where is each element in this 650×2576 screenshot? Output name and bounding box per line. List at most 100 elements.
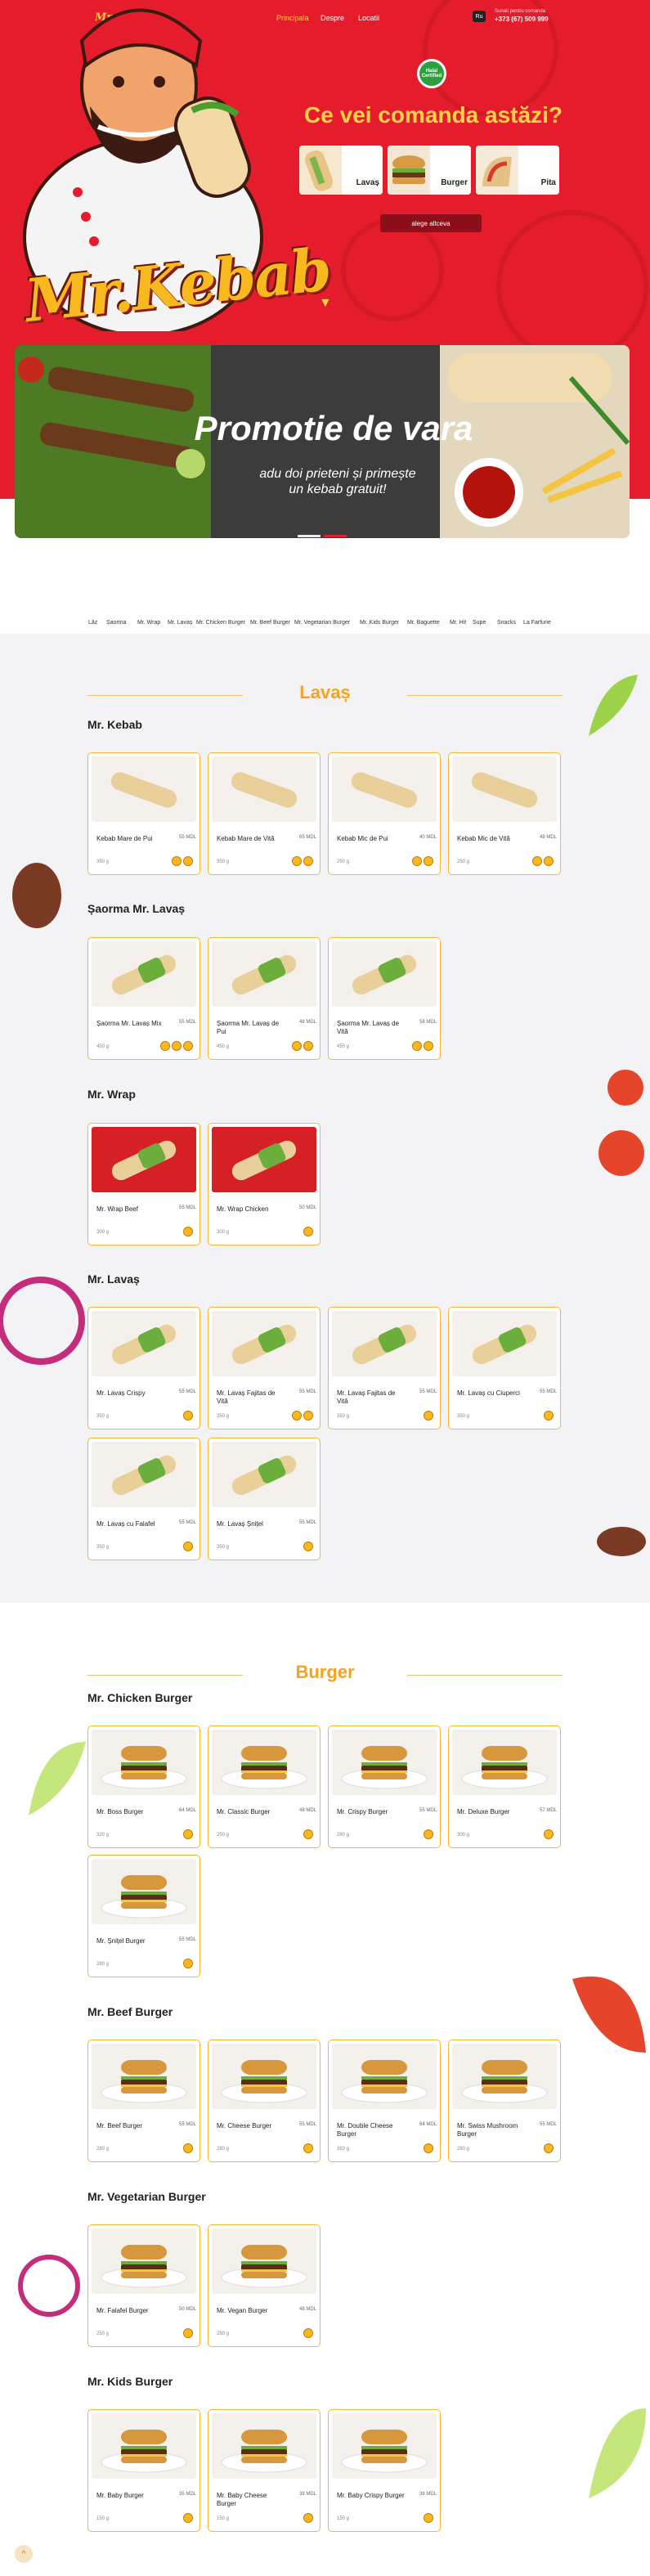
lavash-photo [92,756,196,822]
burger-photo [212,2044,316,2109]
meat-decoration [597,1527,646,1556]
category-nav-item[interactable]: Mr. Lavaș [168,620,192,626]
group-title: Mr. Beef Burger [87,2005,173,2018]
product-card[interactable]: Mr. Baby Burger 35 MDL 150 g [87,2409,200,2532]
product-card[interactable]: Șaorma Mr. Lavaș de Pui 48 MDL 450 g [208,937,321,1060]
burger-photo [332,2044,437,2109]
ingredient-icons [183,1829,193,1839]
product-card[interactable]: Mr. Wrap Chicken 50 MDL 300 g [208,1123,321,1245]
category-card-pita[interactable]: Pita [476,146,559,195]
product-price: 48 MDL [539,835,557,840]
product-card[interactable]: Mr. Lavaș Fajitas de Vită 55 MDL 350 g [328,1307,441,1429]
banner-dot[interactable] [298,535,321,537]
burger-photo [212,2413,316,2479]
product-price: 55 MDL [539,2122,557,2127]
product-card[interactable]: Kebab Mare de Vită 65 MDL 350 g [208,752,321,875]
section-divider [87,695,243,696]
product-card[interactable]: Mr. Beef Burger 55 MDL 280 g [87,2040,200,2162]
product-card[interactable]: Mr. Crispy Burger 55 MDL 280 g [328,1726,441,1848]
ingredient-icons [532,856,554,866]
ingredient-icon [303,1542,313,1551]
ingredient-icons [412,1041,433,1051]
category-nav-item[interactable]: Mr. Beef Burger [250,620,290,626]
category-card-lavas[interactable]: Lavaș [299,146,383,195]
product-card[interactable]: Mr. Șnițel Burger 55 MDL 280 g [87,1855,200,1977]
ingredient-icons [292,856,313,866]
ingredient-icons [292,1411,313,1420]
product-card[interactable]: Mr. Classic Burger 48 MDL 250 g [208,1726,321,1848]
category-nav-item[interactable]: Snacks [497,620,516,626]
ingredient-icon [292,1411,302,1420]
banner-subtitle: adu doi prieteni și primește un kebab gr… [195,466,481,497]
product-weight: 450 g [96,1044,110,1049]
product-card[interactable]: Mr. Lavaș cu Falafel 55 MDL 350 g [87,1438,200,1560]
product-card[interactable]: Mr. Baby Cheese Burger 38 MDL 150 g [208,2409,321,2532]
category-nav-item[interactable]: Mr. Wrap [137,620,160,626]
category-nav-item[interactable]: Supe [473,620,486,626]
category-nav-item[interactable]: La Farfurie [523,620,551,626]
product-card[interactable]: Mr. Swiss Mushroom Burger 55 MDL 280 g [448,2040,561,2162]
category-nav-item[interactable]: Mr. Hit [450,620,466,626]
phone-number[interactable]: +373 (67) 509 999 [495,16,549,23]
group-title: Mr. Chicken Burger [87,1691,193,1704]
scroll-down-icon[interactable]: ▼ [319,296,332,311]
product-name: Mr. Cheese Burger [217,2122,272,2129]
ingredient-icons [424,1829,433,1839]
promo-banner[interactable]: Promotie de vara adu doi prieteni și pri… [15,345,630,538]
product-card[interactable]: Mr. Falafel Burger 50 MDL 250 g [87,2224,200,2347]
product-card[interactable]: Mr. Lavaș Șnițel 55 MDL 350 g [208,1438,321,1560]
product-card[interactable]: Kebab Mic de Pui 40 MDL 250 g [328,752,441,875]
product-card[interactable]: Kebab Mic de Vită 48 MDL 250 g [448,752,561,875]
category-nav-item[interactable]: Lăz [88,620,97,626]
product-card[interactable]: Șaorma Mr. Lavaș de Vită 58 MDL 450 g [328,937,441,1060]
category-nav-item[interactable]: Mr. Baguette [407,620,440,626]
product-card[interactable]: Mr. Boss Burger 64 MDL 320 g [87,1726,200,1848]
product-card[interactable]: Mr. Lavaș Crispy 55 MDL 350 g [87,1307,200,1429]
product-card[interactable]: Mr. Deluxe Burger 57 MDL 300 g [448,1726,561,1848]
tomato-decoration [598,1070,644,1176]
banner-dot-active[interactable] [324,535,347,537]
category-card-burger[interactable]: Burger [388,146,471,195]
product-card[interactable]: Mr. Vegan Burger 48 MDL 250 g [208,2224,321,2347]
burger-photo [92,2044,196,2109]
ingredient-icons [183,1959,193,1968]
pita-icon [476,146,518,195]
scroll-to-top-button[interactable]: ^ [15,2545,33,2563]
product-weight: 350 g [337,2147,350,2152]
nav-item-despre[interactable]: Despre [321,14,344,22]
category-nav-item[interactable]: Șaorma [106,620,127,626]
product-card[interactable]: Șaorma Mr. Lavaș Mix 55 MDL 450 g [87,937,200,1060]
ingredient-icon [292,856,302,866]
ingredient-icons [424,2513,433,2523]
lavash-photo [452,756,557,822]
choose-other-button[interactable]: alege altceva [380,214,482,232]
ingredient-icon [544,856,554,866]
ingredient-icons [424,2143,433,2153]
product-card[interactable]: Mr. Double Cheese Burger 64 MDL 350 g [328,2040,441,2162]
category-nav-item[interactable]: Mr. Vegetarian Burger [294,620,350,626]
ingredient-icon [303,2143,313,2153]
ingredient-icon [183,1959,193,1968]
language-switch[interactable]: Ru [473,11,486,22]
product-name: Kebab Mare de Pui [96,835,153,842]
product-name: Mr. Vegan Burger [217,2307,268,2314]
category-nav-item[interactable]: Mr. Chicken Burger [196,620,245,626]
product-price: 55 MDL [178,1937,196,1942]
product-card[interactable]: Mr. Lavaș cu Ciuperci 55 MDL 350 g [448,1307,561,1429]
product-weight: 350 g [337,1414,350,1419]
nav-item-locatii[interactable]: Locatii [358,14,379,22]
product-card[interactable]: Mr. Lavaș Fajitas de Vită 55 MDL 350 g [208,1307,321,1429]
product-card[interactable]: Mr. Baby Crispy Burger 38 MDL 150 g [328,2409,441,2532]
product-weight: 250 g [217,1833,230,1838]
product-card[interactable]: Mr. Wrap Beef 55 MDL 300 g [87,1123,200,1245]
product-price: 50 MDL [298,1205,316,1210]
product-card[interactable]: Kebab Mare de Pui 55 MDL 350 g [87,752,200,875]
section-divider [407,1675,563,1676]
product-card[interactable]: Mr. Cheese Burger 55 MDL 280 g [208,2040,321,2162]
category-label: Burger [441,178,468,187]
category-nav-item[interactable]: Mr. Kids Burger [360,620,399,626]
product-weight: 350 g [217,859,230,864]
product-price: 55 MDL [178,835,196,840]
ingredient-icons [183,1542,193,1551]
product-name: Mr. Wrap Chicken [217,1205,269,1213]
